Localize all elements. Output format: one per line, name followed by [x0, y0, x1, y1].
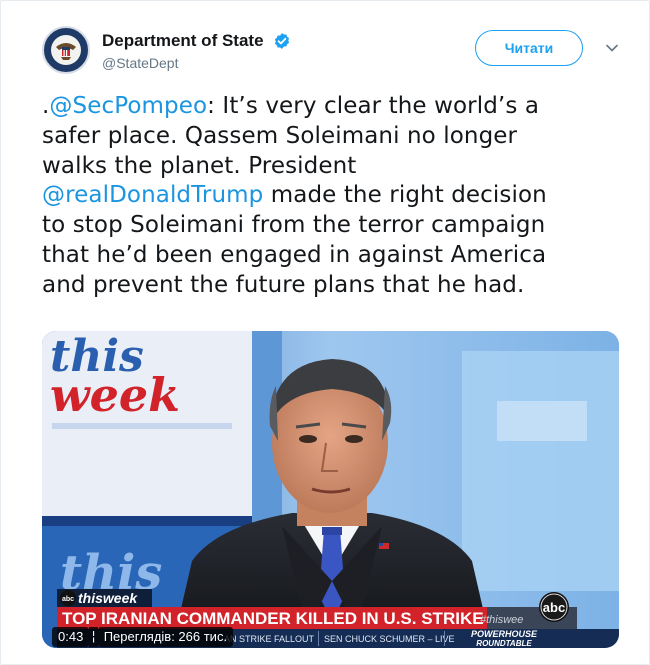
ticker-item-1: AN STRIKE FALLOUT	[224, 634, 315, 644]
tweet-text-segment: and prevent the future plans that he had…	[42, 271, 525, 298]
chevron-down-icon[interactable]	[604, 40, 620, 56]
hashtag-label: #thiswee	[480, 614, 523, 626]
tweet-line: and prevent the future plans that he had…	[42, 271, 622, 301]
video-time: 0:43	[52, 627, 90, 647]
tweet-line: to stop Soleimani from the terror campai…	[42, 211, 622, 241]
state-department-seal-icon	[45, 29, 87, 71]
tweet-line: .@SecPompeo: It’s very clear the world’s…	[42, 92, 622, 122]
avatar[interactable]	[42, 26, 90, 74]
tweet-line: that he’d been engaged in against Americ…	[42, 241, 622, 271]
tweet-line: @realDonaldTrump made the right decision	[42, 181, 622, 211]
thisweek-bug: thisweek	[78, 590, 138, 606]
tweet-line: safer place. Qassem Soleimani no longer	[42, 122, 622, 152]
show-logo-bottom: week	[50, 368, 180, 422]
tweet-text-segment: to stop Soleimani from the terror campai…	[42, 212, 546, 239]
tweet-text-segment: : It’s very clear the world’s a	[207, 93, 540, 119]
tweet-text-segment: that he’d been engaged in against Americ…	[42, 241, 547, 268]
tweet-text-segment: safer place. Qassem Soleimani no longer	[42, 122, 518, 149]
tweet-text-segment: made the right decision	[263, 182, 547, 209]
ticker-item-3-line1: POWERHOUSE	[471, 629, 538, 639]
tweet-text: .@SecPompeo: It’s very clear the world’s…	[42, 92, 622, 301]
tweet-header: Department of State @StateDept Читати	[42, 26, 622, 76]
video-frame: this week this abc thisweek TOP IRANIAN …	[42, 331, 619, 648]
controls-separator: ¦	[89, 627, 98, 647]
verified-badge-icon	[274, 32, 289, 49]
abc-logo: abc	[543, 600, 565, 615]
follow-button[interactable]: Читати	[475, 30, 583, 66]
mention-link[interactable]: @SecPompeo	[49, 93, 207, 119]
tweet-text-segment: walks the planet. President	[42, 152, 357, 179]
video-controls: 0:43 ¦ Переглядів: 266 тис.	[52, 626, 234, 648]
view-count: Переглядів: 266 тис.	[97, 627, 234, 647]
video-player[interactable]: this week this abc thisweek TOP IRANIAN …	[42, 331, 619, 648]
mention-link[interactable]: @realDonaldTrump	[42, 182, 263, 208]
abc-mini-logo: abc	[62, 596, 74, 603]
tweet-line: walks the planet. President	[42, 152, 622, 182]
ticker-item-2: SEN CHUCK SCHUMER – LIVE	[324, 634, 455, 644]
account-handle[interactable]: @StateDept	[102, 55, 291, 71]
ticker-item-3-line2: ROUNDTABLE	[476, 639, 532, 648]
display-name[interactable]: Department of State	[102, 31, 264, 51]
